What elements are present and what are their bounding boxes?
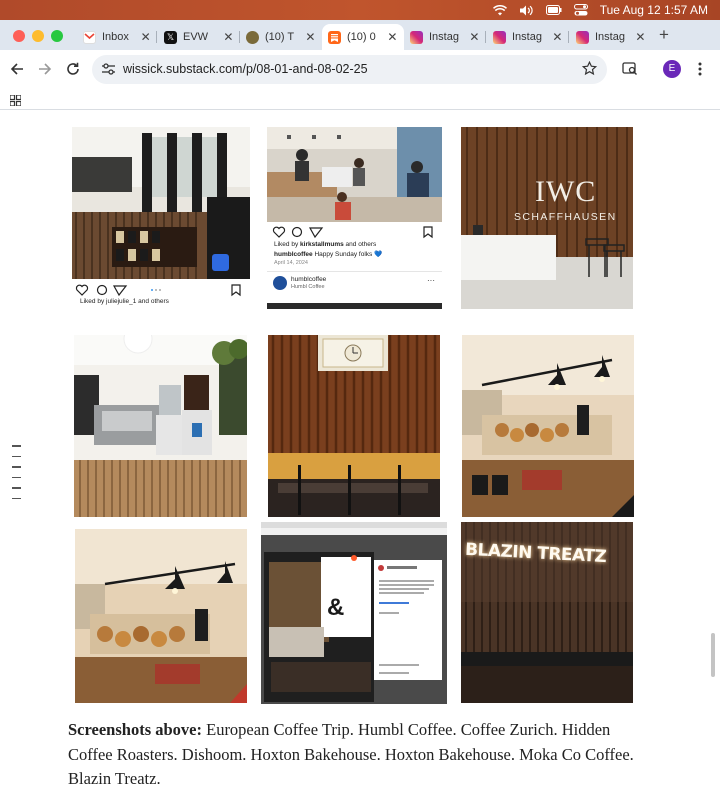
more-options-icon[interactable]: ··· <box>427 276 435 285</box>
close-tab-icon[interactable]: ✕ <box>552 30 563 44</box>
tab-inbox[interactable]: Inbox ✕ <box>77 24 157 50</box>
close-tab-icon[interactable]: ✕ <box>223 30 234 44</box>
humbl-coffee-interior-illustration <box>267 127 442 222</box>
schaffhausen-text: SCHAFFHAUSEN <box>514 211 617 223</box>
photo-hoxton-bakehouse-2[interactable] <box>75 529 247 703</box>
close-tab-icon[interactable]: ✕ <box>387 30 398 44</box>
bookmarks-bar <box>0 88 720 110</box>
ampersand-logo: & <box>327 594 345 621</box>
instagram-icon <box>410 30 423 44</box>
substack-icon <box>328 30 341 44</box>
minimize-window-button[interactable] <box>32 30 44 42</box>
humbl-avatar-icon <box>273 276 287 290</box>
battery-icon[interactable] <box>545 0 562 20</box>
browser-menu-button[interactable] <box>690 59 710 79</box>
tab-search-button[interactable] <box>620 59 640 79</box>
url-text[interactable]: wissick.substack.com/p/08-01-and-08-02-2… <box>123 62 368 76</box>
arrow-left-icon <box>10 63 23 75</box>
tab-search-icon <box>622 62 637 75</box>
tab-instagram-2[interactable]: Instag ✕ <box>487 24 569 50</box>
site-info-icon[interactable] <box>101 62 116 81</box>
photo-moka-co-coffee[interactable]: & <box>261 522 447 704</box>
volume-icon[interactable] <box>519 0 534 20</box>
reload-icon <box>67 62 79 75</box>
photo-2-likes: Liked by kirkstallmums and others <box>274 241 377 248</box>
page-scrollbar[interactable] <box>711 633 715 677</box>
close-tab-icon[interactable]: ✕ <box>305 30 316 44</box>
control-center-icon[interactable] <box>573 0 588 20</box>
photo-hoxton-bakehouse-1[interactable] <box>462 335 634 517</box>
tab-substack-10-t[interactable]: (10) T ✕ <box>240 24 322 50</box>
instagram-icon <box>493 30 506 44</box>
kebab-menu-icon <box>698 62 702 76</box>
caption-label: Screenshots above: <box>68 720 202 739</box>
close-window-button[interactable] <box>13 30 25 42</box>
x-logo-icon: 𝕏 <box>164 30 177 44</box>
bookmark-star-icon[interactable] <box>581 60 598 81</box>
tab-strip: Inbox ✕ 𝕏 EVW ✕ (10) T ✕ (10) 0 ✕ Instag… <box>0 20 720 50</box>
iwc-logo-text: IWC <box>535 175 597 208</box>
article-content: Liked by juliejulie_1 and others Liked b… <box>0 111 720 787</box>
photo-blazin-treatz[interactable]: BLAZIN TREATZ <box>461 522 633 703</box>
photo-2-date: April 14, 2024 <box>274 260 308 266</box>
bakery-counter-illustration <box>462 335 634 517</box>
address-bar[interactable]: wissick.substack.com/p/08-01-and-08-02-2… <box>92 55 607 84</box>
apps-grid-icon[interactable] <box>9 93 22 111</box>
tab-instagram-1[interactable]: Instag ✕ <box>404 24 486 50</box>
wifi-icon[interactable] <box>492 0 507 20</box>
close-tab-icon[interactable]: ✕ <box>635 30 646 44</box>
new-tab-button[interactable]: + <box>655 26 673 44</box>
photo-dishoom[interactable] <box>268 335 440 517</box>
instagram-action-bar <box>272 226 433 239</box>
instagram-action-bar: Liked by juliejulie_1 and others <box>72 279 250 310</box>
gmail-icon <box>83 30 96 44</box>
browser-toolbar: wissick.substack.com/p/08-01-and-08-02-2… <box>0 50 720 88</box>
close-tab-icon[interactable]: ✕ <box>140 30 151 44</box>
cafe-interior-illustration <box>72 127 250 279</box>
avatar-favicon-icon <box>246 30 259 44</box>
back-button[interactable] <box>7 59 27 79</box>
macos-menu-bar: Tue Aug 12 1:57 AM <box>0 0 720 20</box>
browser-window: Inbox ✕ 𝕏 EVW ✕ (10) T ✕ (10) 0 ✕ Instag… <box>0 20 720 787</box>
fullscreen-window-button[interactable] <box>51 30 63 42</box>
profile-avatar[interactable]: E <box>663 60 681 78</box>
instagram-icon <box>576 30 589 44</box>
photo-european-coffee-trip[interactable]: Liked by juliejulie_1 and others <box>72 127 250 310</box>
forward-button[interactable] <box>35 59 55 79</box>
photo-caption: Screenshots above: European Coffee Trip.… <box>68 718 648 787</box>
photo-coffee-zurich[interactable]: IWC SCHAFFHAUSEN <box>461 127 633 309</box>
photo-humbl-coffee[interactable]: Liked by kirkstallmums and others humblc… <box>267 127 442 309</box>
tab-substack-active[interactable]: (10) 0 ✕ <box>322 24 404 50</box>
table-of-contents-toggle[interactable] <box>12 445 21 508</box>
close-tab-icon[interactable]: ✕ <box>469 30 480 44</box>
espresso-bar-illustration <box>74 335 247 517</box>
dishoom-interior-illustration <box>268 335 440 517</box>
photo-2-caption: humblcoffee Happy Sunday folks 💙 <box>274 251 383 258</box>
photo-hidden-coffee-roasters[interactable] <box>74 335 247 517</box>
tab-instagram-3[interactable]: Instag ✕ <box>570 24 652 50</box>
tab-evw[interactable]: 𝕏 EVW ✕ <box>158 24 240 50</box>
photo-1-likes: Liked by juliejulie_1 and others <box>80 298 169 305</box>
photo-2-profile-sub: Humbl Coffee <box>291 284 325 290</box>
reload-button[interactable] <box>63 59 83 79</box>
bakery-interior-illustration <box>75 529 247 703</box>
photo-2-profile-name: humblcoffee <box>291 276 327 283</box>
arrow-right-icon <box>39 63 52 75</box>
instagram-screenshot-illustration <box>261 522 447 704</box>
menubar-datetime[interactable]: Tue Aug 12 1:57 AM <box>600 0 708 20</box>
